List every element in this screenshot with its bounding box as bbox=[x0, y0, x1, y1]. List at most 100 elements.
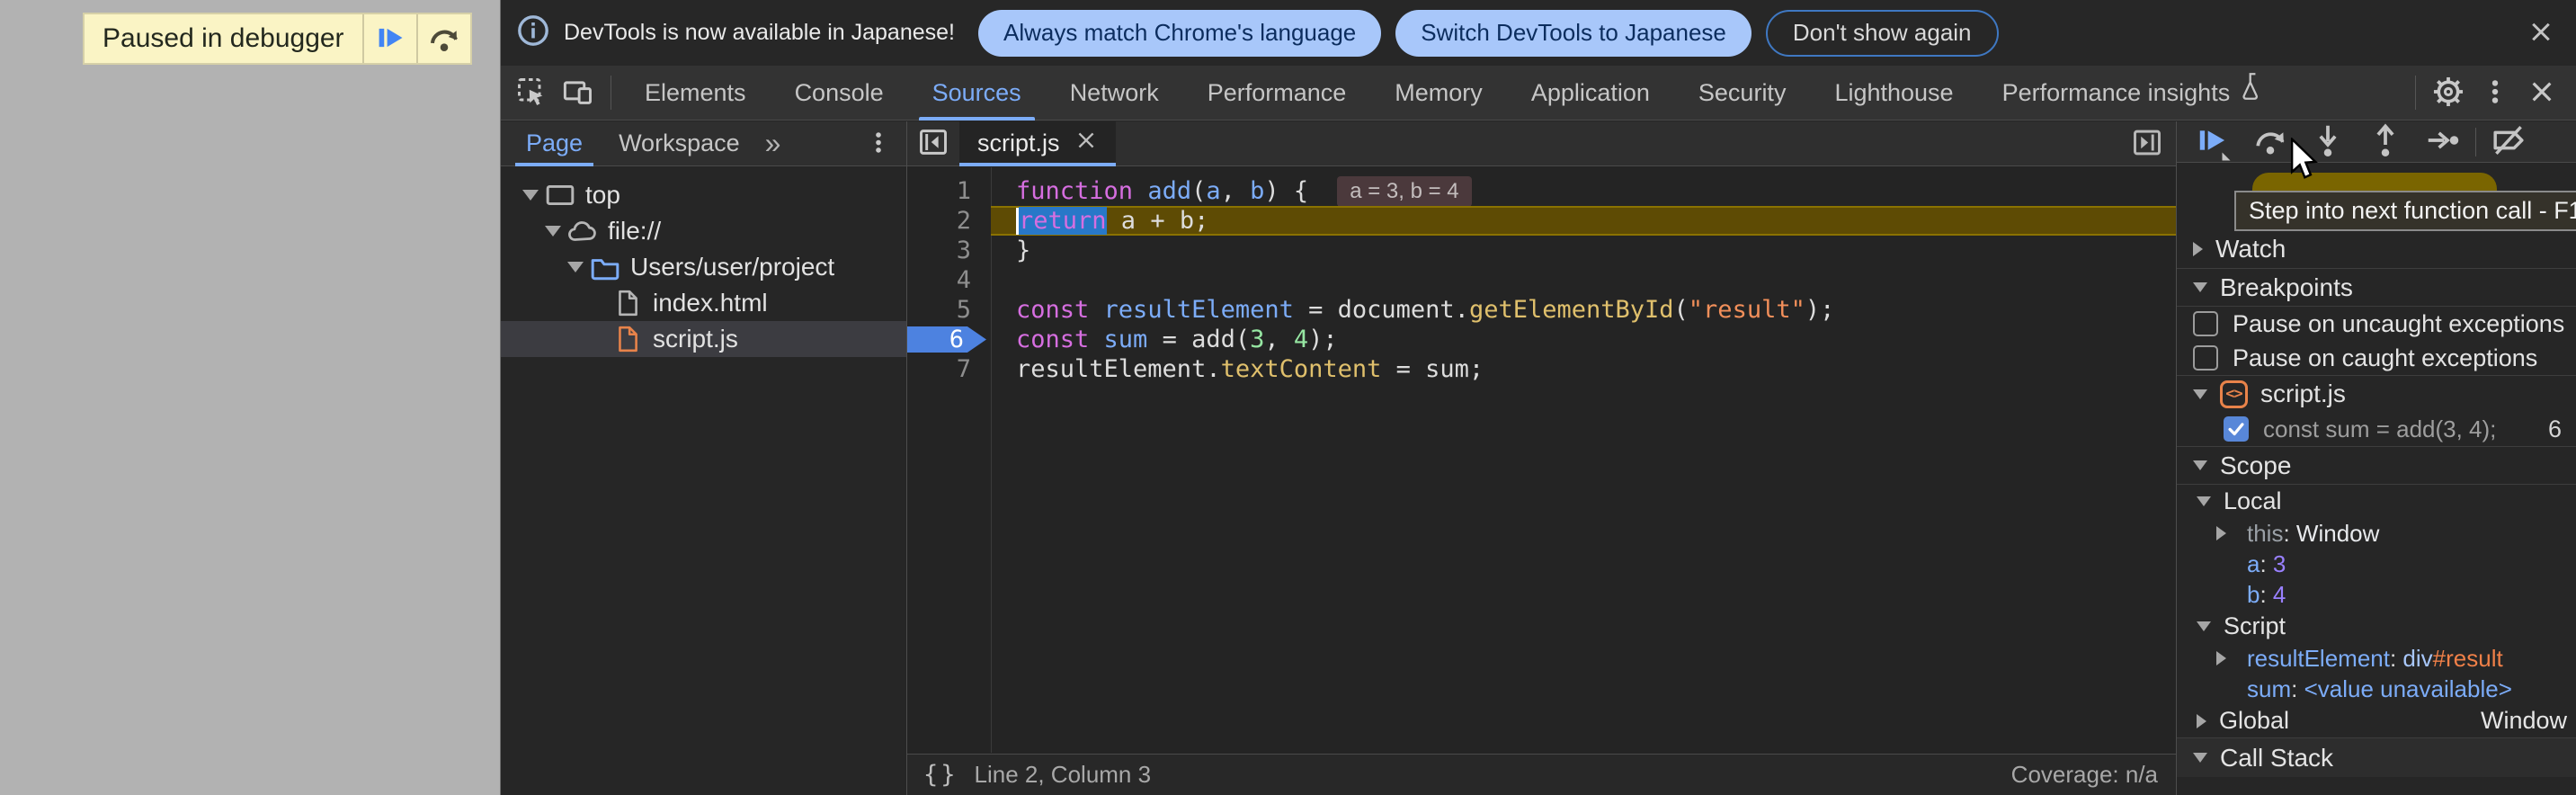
tab-page[interactable]: Page bbox=[515, 121, 593, 166]
switch-to-japanese-button[interactable]: Switch DevTools to Japanese bbox=[1395, 10, 1752, 57]
tree-item-file[interactable]: file:// bbox=[501, 213, 906, 249]
tab-console[interactable]: Console bbox=[771, 66, 908, 121]
coverage-label: Coverage: n/a bbox=[2011, 761, 2158, 789]
scope-group-script[interactable]: Script bbox=[2177, 610, 2576, 643]
scope-group-label: Global bbox=[2219, 707, 2289, 735]
scope-group-local[interactable]: Local bbox=[2177, 485, 2576, 518]
code-line-text[interactable]: function add(a, b) {a = 3, b = 4 bbox=[991, 176, 2176, 206]
tab-workspace[interactable]: Workspace bbox=[608, 121, 751, 166]
hide-navigator-button[interactable] bbox=[907, 121, 959, 166]
expander-icon[interactable] bbox=[564, 262, 587, 272]
settings-button[interactable] bbox=[2425, 69, 2472, 116]
resume-script-button[interactable] bbox=[364, 14, 416, 63]
line-number-gutter[interactable]: 2 bbox=[907, 206, 991, 236]
line-number: 6 bbox=[949, 326, 964, 353]
scope-prop-sum[interactable]: sum: <value unavailable> bbox=[2177, 674, 2576, 704]
checkbox-unchecked[interactable] bbox=[2193, 345, 2218, 371]
resume-button[interactable] bbox=[2184, 122, 2242, 162]
close-devtools-button[interactable] bbox=[2518, 69, 2565, 116]
tab-elements[interactable]: Elements bbox=[620, 66, 771, 121]
show-debugger-sidebar-button[interactable] bbox=[2131, 126, 2163, 161]
breakpoint-group-script-js[interactable]: <>script.js bbox=[2177, 375, 2576, 412]
line-number-gutter[interactable]: 7 bbox=[907, 354, 991, 384]
code-line-text[interactable]: const sum = add(3, 4); bbox=[991, 325, 2176, 354]
scope-group-global[interactable]: GlobalWindow bbox=[2177, 704, 2576, 737]
code-line-text[interactable]: } bbox=[991, 236, 2176, 265]
line-number-gutter[interactable]: 4 bbox=[907, 265, 991, 295]
inspect-element-button[interactable] bbox=[508, 69, 555, 116]
step-out-icon bbox=[2367, 122, 2403, 161]
breakpoint-entry[interactable]: const sum = add(3, 4);6 bbox=[2177, 412, 2576, 446]
line-number-gutter[interactable]: 3 bbox=[907, 236, 991, 265]
checkbox-checked[interactable] bbox=[2224, 416, 2249, 442]
scope-prop-a[interactable]: a: 3 bbox=[2177, 549, 2576, 579]
code-editor[interactable]: 1function add(a, b) {a = 3, b = 42return… bbox=[907, 167, 2176, 753]
section-breakpoints[interactable]: Breakpoints bbox=[2177, 268, 2576, 307]
dont-show-again-button[interactable]: Don't show again bbox=[1766, 10, 1999, 57]
editor-tab-scriptjs[interactable]: script.js bbox=[959, 121, 1116, 166]
always-match-language-button[interactable]: Always match Chrome's language bbox=[978, 10, 1381, 57]
device-toolbar-button[interactable] bbox=[555, 69, 602, 116]
code-line-text[interactable] bbox=[991, 265, 2176, 295]
code-line-text[interactable]: return a + b; bbox=[991, 206, 2176, 236]
flask-icon bbox=[2239, 67, 2266, 120]
expander-icon[interactable] bbox=[519, 190, 542, 201]
section-scope[interactable]: Scope bbox=[2177, 446, 2576, 485]
tree-item-label: file:// bbox=[608, 217, 661, 246]
frame-icon bbox=[542, 182, 578, 209]
code-line-text[interactable]: resultElement.textContent = sum; bbox=[991, 354, 2176, 384]
section-call-stack[interactable]: Call Stack bbox=[2177, 737, 2576, 777]
tree-item-index-html[interactable]: index.html bbox=[501, 285, 906, 321]
tab-lighthouse[interactable]: Lighthouse bbox=[1810, 66, 1977, 121]
checkbox-pause-on-caught-exceptions[interactable]: Pause on caught exceptions bbox=[2177, 341, 2576, 375]
more-vert-icon bbox=[865, 145, 892, 158]
navigator-more-options-button[interactable] bbox=[860, 123, 897, 164]
tree-item-users-user-project[interactable]: Users/user/project bbox=[501, 249, 906, 285]
tab-sources[interactable]: Sources bbox=[908, 66, 1046, 121]
notification-text: DevTools is now available in Japanese! bbox=[564, 20, 955, 46]
tab-application[interactable]: Application bbox=[1507, 66, 1674, 121]
step-button[interactable] bbox=[2414, 122, 2472, 162]
step-over-button-overlay[interactable] bbox=[418, 14, 470, 63]
scope-prop-this[interactable]: this: Window bbox=[2177, 518, 2576, 549]
tab-performance[interactable]: Performance bbox=[1183, 66, 1371, 121]
more-tabs-button[interactable]: » bbox=[760, 126, 787, 161]
checkbox-unchecked[interactable] bbox=[2193, 311, 2218, 336]
property-value: <value unavailable> bbox=[2304, 675, 2512, 703]
code-line: 3} bbox=[907, 236, 2176, 265]
line-number: 5 bbox=[957, 296, 971, 324]
line-number: 4 bbox=[957, 266, 971, 294]
breakpoint-marker[interactable] bbox=[907, 326, 986, 353]
line-number-gutter[interactable]: 1 bbox=[907, 176, 991, 206]
line-number-gutter[interactable]: 6 bbox=[907, 325, 991, 354]
pretty-print-icon[interactable]: {} bbox=[923, 761, 958, 789]
tab-memory[interactable]: Memory bbox=[1370, 66, 1507, 121]
devtools-window: Paused in debugger DevTools is now avail… bbox=[0, 0, 2576, 795]
deactivate-breakpoints-button[interactable] bbox=[2480, 122, 2537, 162]
scope-group-label: Local bbox=[2224, 487, 2282, 515]
tab-network[interactable]: Network bbox=[1046, 66, 1183, 121]
notification-close-button[interactable] bbox=[2524, 14, 2558, 51]
tree-item-top[interactable]: top bbox=[501, 177, 906, 213]
scope-prop-b[interactable]: b: 4 bbox=[2177, 579, 2576, 610]
code-line-text[interactable]: const resultElement = document.getElemen… bbox=[991, 295, 2176, 325]
tab-security[interactable]: Security bbox=[1674, 66, 1811, 121]
step-into-button[interactable] bbox=[2299, 122, 2357, 162]
line-number-gutter[interactable]: 5 bbox=[907, 295, 991, 325]
step-over-button[interactable] bbox=[2242, 122, 2299, 162]
tree-item-script-js[interactable]: script.js bbox=[501, 321, 906, 357]
section-watch[interactable]: Watch bbox=[2177, 229, 2576, 268]
tab-performance-insights[interactable]: Performance insights bbox=[1978, 66, 2291, 121]
dropdown-corner-icon bbox=[2223, 144, 2231, 160]
code-line: 2return a + b; bbox=[907, 206, 2176, 236]
close-tab-icon[interactable] bbox=[1074, 129, 1098, 158]
chevron-right-icon bbox=[2193, 242, 2203, 256]
section-label: Scope bbox=[2220, 451, 2291, 480]
scope-prop-resultelement[interactable]: resultElement: div#result bbox=[2177, 643, 2576, 674]
step-out-button[interactable] bbox=[2357, 122, 2414, 162]
more-options-button[interactable] bbox=[2472, 69, 2518, 116]
expander-icon[interactable] bbox=[541, 226, 565, 237]
browser-page-area: Paused in debugger bbox=[0, 0, 500, 795]
tab-label: Console bbox=[795, 67, 884, 120]
checkbox-pause-on-uncaught-exceptions[interactable]: Pause on uncaught exceptions bbox=[2177, 307, 2576, 341]
